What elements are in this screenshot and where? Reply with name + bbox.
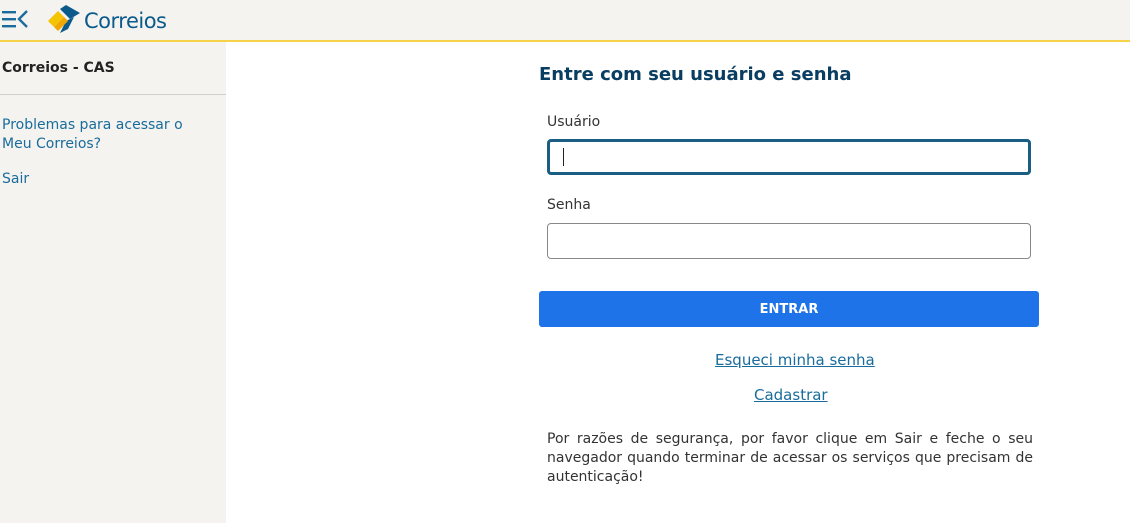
- password-input[interactable]: [547, 223, 1031, 259]
- username-input[interactable]: [547, 139, 1031, 175]
- correios-logo[interactable]: Correios: [46, 4, 167, 34]
- sidebar-divider: [0, 94, 226, 95]
- correios-diamond-logo-icon: [48, 5, 80, 33]
- text-caret: [563, 148, 564, 166]
- brand-name: Correios: [84, 9, 167, 33]
- login-submit-button[interactable]: ENTRAR: [539, 291, 1039, 327]
- sidebar-link-logout[interactable]: Sair: [2, 170, 202, 189]
- register-link[interactable]: Cadastrar: [754, 386, 828, 404]
- menu-collapse-icon[interactable]: [2, 9, 28, 29]
- forgot-password-link[interactable]: Esqueci minha senha: [715, 351, 875, 369]
- login-heading: Entre com seu usuário e senha: [539, 64, 852, 85]
- sidebar-title: Correios - CAS: [2, 60, 115, 76]
- username-label: Usuário: [547, 114, 601, 130]
- login-panel: Entre com seu usuário e senha Usuário Se…: [226, 42, 1130, 523]
- sidebar-link-access-problems[interactable]: Problemas para acessar o Meu Correios?: [2, 116, 202, 154]
- sidebar: Correios - CAS Problemas para acessar o …: [0, 42, 226, 523]
- security-note: Por razões de segurança, por favor cliqu…: [547, 431, 1033, 485]
- top-header: Correios: [0, 0, 1130, 42]
- password-label: Senha: [547, 197, 591, 213]
